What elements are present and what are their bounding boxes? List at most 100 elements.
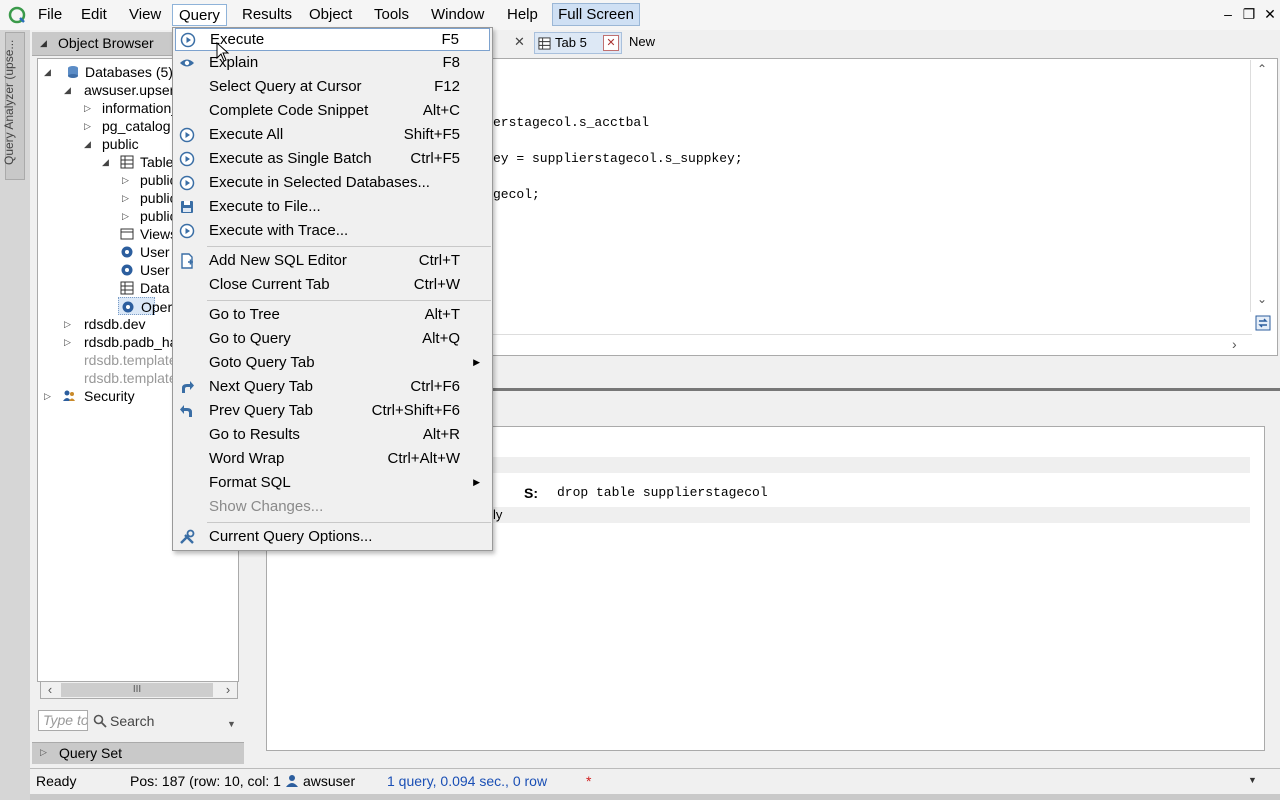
code-line: ey = supplierstagecol.s_suppkey; (493, 151, 743, 166)
tree-search-input[interactable]: Type to (38, 710, 88, 731)
menu-edit[interactable]: Edit (75, 4, 113, 26)
editor-vertical-scrollbar[interactable]: ⌃ ⌄ (1250, 60, 1272, 312)
menu-item-execute-with-trace[interactable]: Execute with Trace... (175, 220, 490, 243)
menu-item-execute-to-file[interactable]: Execute to File... (175, 196, 490, 219)
tab-close-icon[interactable]: ✕ (514, 34, 525, 50)
eye-icon (180, 59, 194, 67)
menu-item-goto-query-tab[interactable]: Goto Query Tab ▶ (175, 352, 490, 375)
modified-indicator: * (586, 773, 592, 789)
dropdown-icon[interactable]: ▼ (227, 713, 236, 735)
full-screen-button[interactable]: Full Screen (552, 3, 640, 26)
status-ready: Ready (36, 773, 77, 789)
collapsed-icon[interactable]: ▷ (122, 189, 129, 207)
menu-separator (207, 246, 491, 247)
collapsed-icon[interactable]: ▷ (84, 117, 91, 135)
submenu-arrow-icon: ▶ (473, 477, 480, 487)
expand-icon[interactable]: ▷ (40, 747, 47, 758)
expanded-icon[interactable]: ◢ (44, 63, 51, 81)
tree-item-rdsdb-template1[interactable]: rdsdb.template (84, 369, 177, 387)
gear-icon (121, 264, 133, 276)
menu-query[interactable]: Query (172, 4, 227, 26)
menu-item-go-to-query[interactable]: Go to Query Alt+Q (175, 328, 490, 351)
menu-window[interactable]: Window (425, 4, 490, 26)
menu-item-complete-code-snippet[interactable]: Complete Code Snippet Alt+C (175, 100, 490, 123)
scroll-right-icon[interactable]: › (219, 682, 237, 698)
close-icon[interactable]: ✕ (1261, 5, 1279, 23)
play-icon (179, 127, 195, 143)
save-icon (181, 201, 193, 213)
collapsed-icon[interactable]: ▷ (64, 315, 71, 333)
collapsed-icon[interactable]: ▷ (84, 99, 91, 117)
tree-item-rdsdb-template0[interactable]: rdsdb.template (84, 351, 177, 369)
window-bottom-border (30, 794, 1280, 800)
menu-results[interactable]: Results (236, 4, 298, 26)
menu-view[interactable]: View (123, 4, 167, 26)
play-icon (179, 151, 195, 167)
statement-text: drop table supplierstagecol (557, 485, 768, 500)
table-icon (120, 281, 134, 295)
menu-item-close-current-tab[interactable]: Close Current Tab Ctrl+W (175, 274, 490, 297)
menu-item-current-query-options[interactable]: Current Query Options... (175, 526, 490, 549)
users-icon (63, 390, 75, 401)
scroll-thumb[interactable]: III (61, 683, 213, 697)
menu-item-show-changes: Show Changes... (209, 498, 324, 515)
tab-new[interactable]: New (629, 34, 655, 49)
collapsed-icon[interactable]: ▷ (64, 333, 71, 351)
scroll-right-icon[interactable]: › (1232, 336, 1237, 352)
status-dropdown-icon[interactable]: ▼ (1248, 775, 1257, 785)
expanded-icon[interactable]: ◢ (102, 153, 109, 171)
query-menu: Execute F5 Explain F8 Select Query at Cu… (172, 27, 493, 551)
menu-item-next-query-tab[interactable]: Next Query Tab Ctrl+F6 (175, 376, 490, 399)
menu-separator (207, 300, 491, 301)
collapse-icon[interactable]: ◢ (40, 38, 47, 49)
databases-icon (68, 66, 78, 78)
redo-arrow-icon (182, 381, 194, 393)
menu-separator (207, 522, 491, 523)
status-user: awsuser (303, 773, 356, 789)
menu-object[interactable]: Object (303, 4, 358, 26)
menu-item-execute-single-batch[interactable]: Execute as Single Batch Ctrl+F5 (175, 148, 490, 171)
menu-bar: File Edit View Query Results Object Tool… (0, 0, 1280, 30)
scroll-down-icon[interactable]: ⌄ (1251, 292, 1273, 306)
mouse-cursor-icon (216, 42, 230, 62)
menu-help[interactable]: Help (501, 4, 544, 26)
restore-icon[interactable]: ❐ (1240, 5, 1258, 23)
undo-arrow-icon (180, 405, 192, 417)
menu-file[interactable]: File (32, 4, 68, 26)
menu-item-select-query-at-cursor[interactable]: Select Query at Cursor F12 (175, 76, 490, 99)
status-bar: Ready Pos: 187 (row: 10, col: 1 awsuser … (30, 768, 1280, 792)
collapsed-icon[interactable]: ▷ (122, 207, 129, 225)
scroll-up-icon[interactable]: ⌃ (1251, 62, 1273, 76)
code-line: gecol; (493, 187, 540, 202)
sync-icon[interactable] (1255, 315, 1271, 331)
menu-item-execute-all[interactable]: Execute All Shift+F5 (175, 124, 490, 147)
menu-item-go-to-tree[interactable]: Go to Tree Alt+T (175, 304, 490, 327)
menu-item-execute-selected-databases[interactable]: Execute in Selected Databases... (175, 172, 490, 195)
tree-item-operators[interactable]: Oper (118, 297, 172, 315)
menu-item-add-new-sql-editor[interactable]: Add New SQL Editor Ctrl+T (175, 250, 490, 273)
expanded-icon[interactable]: ◢ (64, 81, 71, 99)
expanded-icon[interactable]: ◢ (84, 135, 91, 153)
collapsed-icon[interactable]: ▷ (122, 171, 129, 189)
statement-label: S: (524, 485, 538, 501)
menu-item-word-wrap[interactable]: Word Wrap Ctrl+Alt+W (175, 448, 490, 471)
scroll-left-icon[interactable]: ‹ (41, 682, 59, 698)
tree-horizontal-scrollbar[interactable]: ‹ III › (40, 681, 238, 699)
collapsed-icon[interactable]: ▷ (44, 387, 51, 405)
tree-search-button[interactable]: Search ▼ (93, 710, 236, 735)
submenu-arrow-icon: ▶ (473, 357, 480, 367)
minimize-icon[interactable]: – (1219, 5, 1237, 23)
menu-item-go-to-results[interactable]: Go to Results Alt+R (175, 424, 490, 447)
tab-close-icon[interactable]: ✕ (603, 35, 619, 51)
cursor-position: Pos: 187 (row: 10, col: 1 (130, 773, 281, 789)
side-tab-label: Query Analyzer (upse... (2, 39, 16, 165)
menu-tools[interactable]: Tools (368, 4, 415, 26)
table-icon (120, 155, 134, 169)
menu-item-prev-query-tab[interactable]: Prev Query Tab Ctrl+Shift+F6 (175, 400, 490, 423)
query-set-panel[interactable]: ▷ Query Set (32, 742, 244, 764)
play-icon (179, 175, 195, 191)
code-line: erstagecol.s_acctbal (493, 115, 650, 130)
menu-item-format-sql[interactable]: Format SQL ▶ (175, 472, 490, 495)
user-icon (286, 775, 298, 787)
tab-5[interactable]: Tab 5 ✕ (534, 32, 622, 54)
